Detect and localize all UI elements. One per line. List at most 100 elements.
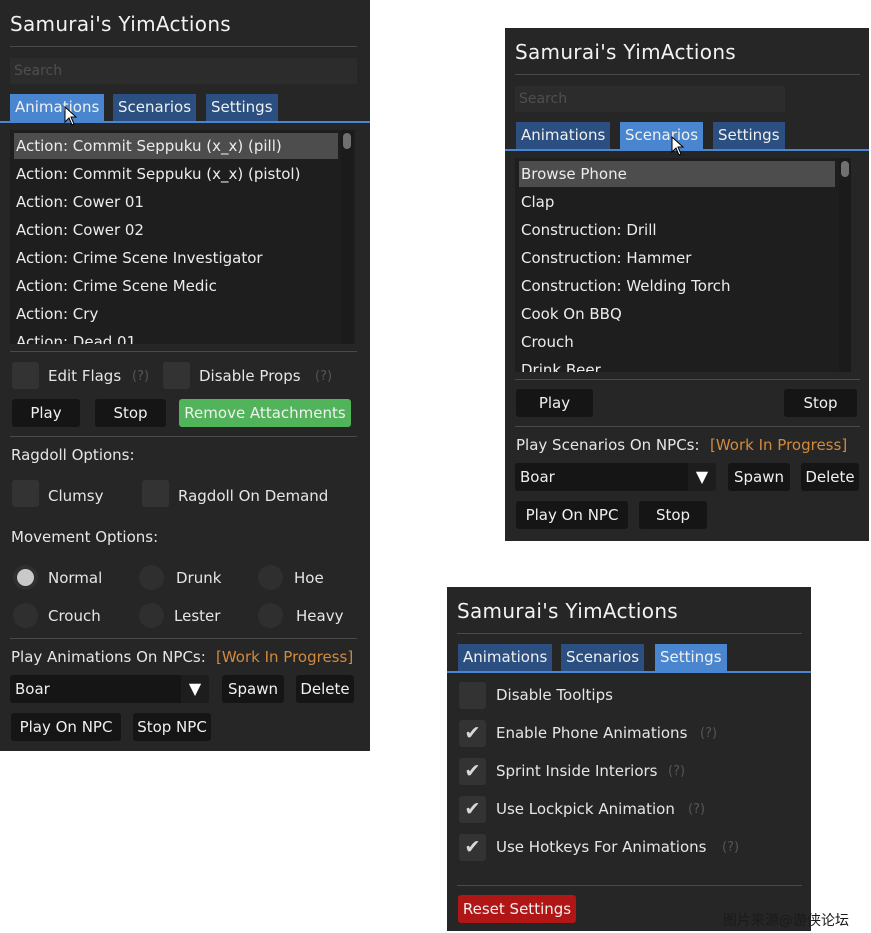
wip-label: [Work In Progress] xyxy=(710,436,848,454)
divider xyxy=(10,436,357,437)
window-title: Samurai's YimActions xyxy=(515,40,737,64)
animation-list[interactable]: Action: Commit Seppuku (x_x) (pill) Acti… xyxy=(10,130,355,344)
sprint-inside-interiors-checkbox[interactable]: ✔ xyxy=(459,758,486,785)
lester-radio[interactable] xyxy=(139,603,164,628)
npc-select-value: Boar xyxy=(15,680,50,698)
delete-button[interactable]: Delete xyxy=(801,463,859,491)
spawn-button[interactable]: Spawn xyxy=(728,463,790,491)
help-marker[interactable]: (?) xyxy=(315,369,332,384)
tab-underline xyxy=(505,149,869,151)
scenario-list[interactable]: Browse Phone Clap Construction: Drill Co… xyxy=(515,158,851,372)
divider xyxy=(515,74,860,75)
play-button[interactable]: Play xyxy=(516,389,593,417)
tab-underline xyxy=(0,121,370,123)
dropdown-arrow-icon[interactable]: ▼ xyxy=(688,463,716,491)
list-scrollbar[interactable] xyxy=(341,130,353,344)
use-lockpick-animation-label: Use Lockpick Animation xyxy=(496,800,675,818)
ragdoll-on-demand-checkbox[interactable] xyxy=(142,480,169,507)
tab-scenarios[interactable]: Scenarios xyxy=(561,644,645,671)
divider xyxy=(10,351,357,352)
stop-npc-button[interactable]: Stop xyxy=(639,501,707,529)
scrollbar-thumb[interactable] xyxy=(841,161,849,177)
help-marker[interactable]: (?) xyxy=(668,764,685,779)
tab-scenarios[interactable]: Scenarios xyxy=(620,122,704,149)
check-icon: ✔ xyxy=(464,722,481,744)
divider xyxy=(515,379,860,380)
play-on-npc-button[interactable]: Play On NPC xyxy=(11,713,121,741)
hoe-radio[interactable] xyxy=(258,565,283,590)
stop-button[interactable]: Stop xyxy=(784,389,857,417)
enable-phone-animations-checkbox[interactable]: ✔ xyxy=(459,720,486,747)
help-marker[interactable]: (?) xyxy=(722,840,739,855)
normal-radio[interactable] xyxy=(13,565,38,590)
list-item[interactable]: Construction: Hammer xyxy=(519,245,835,271)
stop-npc-button[interactable]: Stop NPC xyxy=(133,713,211,741)
spawn-button[interactable]: Spawn xyxy=(222,675,284,703)
window-title: Samurai's YimActions xyxy=(10,12,232,36)
use-hotkeys-checkbox[interactable]: ✔ xyxy=(459,834,486,861)
help-marker[interactable]: (?) xyxy=(700,726,717,741)
list-item[interactable]: Browse Phone xyxy=(519,161,835,187)
play-button[interactable]: Play xyxy=(12,399,80,427)
list-item[interactable]: Action: Commit Seppuku (x_x) (pill) xyxy=(14,133,338,159)
remove-attachments-button[interactable]: Remove Attachments xyxy=(179,399,351,427)
search-input[interactable]: Search xyxy=(515,86,785,112)
clumsy-checkbox[interactable] xyxy=(12,480,39,507)
list-item[interactable]: Action: Commit Seppuku (x_x) (pistol) xyxy=(14,161,338,187)
list-item[interactable]: Construction: Welding Torch xyxy=(519,273,835,299)
list-item[interactable]: Cook On BBQ xyxy=(519,301,835,327)
window-title: Samurai's YimActions xyxy=(457,599,679,623)
heavy-radio[interactable] xyxy=(258,603,283,628)
search-input[interactable]: Search xyxy=(10,58,357,84)
crouch-label: Crouch xyxy=(48,607,101,625)
divider xyxy=(515,426,860,427)
drunk-radio[interactable] xyxy=(139,565,164,590)
drunk-label: Drunk xyxy=(176,569,222,587)
list-item[interactable]: Action: Cry xyxy=(14,301,338,327)
list-item[interactable]: Construction: Drill xyxy=(519,217,835,243)
npc-header: Play Animations On NPCs: xyxy=(11,648,206,666)
play-on-npc-button[interactable]: Play On NPC xyxy=(516,501,628,529)
list-item[interactable]: Action: Cower 01 xyxy=(14,189,338,215)
tab-animations[interactable]: Animations xyxy=(10,94,105,121)
list-item[interactable]: Drink Beer xyxy=(519,357,835,372)
stop-button[interactable]: Stop xyxy=(95,399,166,427)
list-item[interactable]: Action: Crime Scene Medic xyxy=(14,273,338,299)
dropdown-arrow-icon[interactable]: ▼ xyxy=(181,675,209,703)
normal-label: Normal xyxy=(48,569,103,587)
divider xyxy=(10,46,357,47)
list-item[interactable]: Clap xyxy=(519,189,835,215)
npc-select[interactable]: Boar ▼ xyxy=(515,463,716,491)
help-marker[interactable]: (?) xyxy=(132,369,149,384)
mouse-cursor-icon xyxy=(671,136,685,156)
tab-animations[interactable]: Animations xyxy=(458,644,553,671)
list-item[interactable]: Crouch xyxy=(519,329,835,355)
list-item[interactable]: Action: Cower 02 xyxy=(14,217,338,243)
list-scrollbar[interactable] xyxy=(839,158,851,372)
tab-animations[interactable]: Animations xyxy=(516,122,611,149)
npc-select[interactable]: Boar ▼ xyxy=(10,675,209,703)
disable-tooltips-checkbox[interactable] xyxy=(459,682,486,709)
scrollbar-thumb[interactable] xyxy=(343,133,351,149)
reset-settings-button[interactable]: Reset Settings xyxy=(458,895,576,923)
list-item[interactable]: Action: Dead 01 xyxy=(14,329,338,344)
edit-flags-checkbox[interactable] xyxy=(12,362,39,389)
scenarios-window: Samurai's YimActions Search Animations S… xyxy=(505,28,869,541)
edit-flags-label: Edit Flags xyxy=(48,367,122,385)
disable-props-checkbox[interactable] xyxy=(163,362,190,389)
settings-window: Samurai's YimActions Animations Scenario… xyxy=(447,587,811,931)
tab-settings[interactable]: Settings xyxy=(713,122,785,149)
tab-underline xyxy=(447,671,811,673)
divider xyxy=(10,638,357,639)
crouch-radio[interactable] xyxy=(13,603,38,628)
delete-button[interactable]: Delete xyxy=(296,675,354,703)
clumsy-label: Clumsy xyxy=(48,487,104,505)
tab-settings[interactable]: Settings xyxy=(655,644,727,671)
watermark: 图片来源@游侠论坛 xyxy=(723,913,849,929)
help-marker[interactable]: (?) xyxy=(688,802,705,817)
tab-settings[interactable]: Settings xyxy=(206,94,278,121)
use-lockpick-animation-checkbox[interactable]: ✔ xyxy=(459,796,486,823)
list-item[interactable]: Action: Crime Scene Investigator xyxy=(14,245,338,271)
npc-select-value: Boar xyxy=(520,468,555,486)
tab-scenarios[interactable]: Scenarios xyxy=(113,94,197,121)
